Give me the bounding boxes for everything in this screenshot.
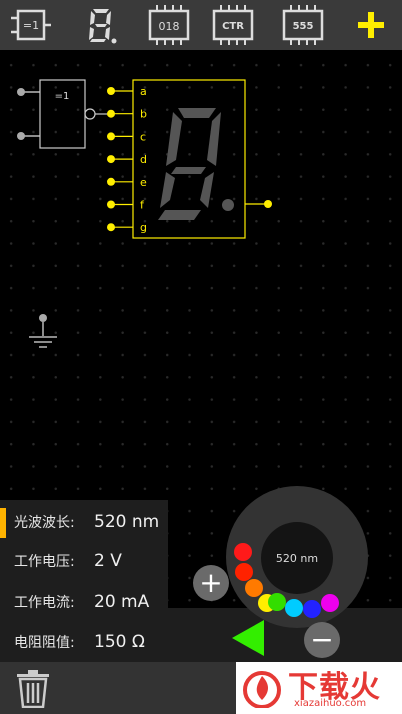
xor-gate[interactable]: =1 — [17, 79, 111, 149]
seven-segment-display[interactable]: abcdefg — [107, 79, 272, 239]
increase-button[interactable]: + — [193, 565, 229, 601]
counter-chip-tool-icon: 018 — [148, 5, 190, 45]
param-value: 150 Ω — [94, 632, 145, 652]
segment-pin-label: g — [140, 221, 147, 234]
xor-input-b-pin[interactable] — [17, 132, 25, 140]
wavelength-readout: 520 nm — [261, 522, 333, 594]
ground-symbol[interactable] — [29, 314, 57, 348]
ctr-chip-tool[interactable]: CTR — [210, 4, 256, 46]
segment-pin-f[interactable] — [107, 200, 115, 209]
svg-text:018: 018 — [159, 20, 180, 33]
seven-segment-tool[interactable] — [78, 4, 124, 46]
play-icon[interactable] — [230, 618, 266, 658]
segment-digit — [158, 108, 234, 220]
segment-pin-c[interactable] — [107, 132, 115, 141]
param-label: 工作电流: — [14, 595, 75, 611]
segment-pin-a[interactable] — [107, 87, 115, 95]
segment-pin-label: b — [140, 108, 147, 121]
color-dot[interactable] — [268, 593, 286, 611]
color-dot[interactable] — [321, 594, 339, 612]
svg-text:555: 555 — [293, 21, 314, 32]
segment-pin-label: d — [140, 153, 147, 166]
color-dot[interactable] — [234, 543, 252, 561]
param-label: 工作电压: — [14, 554, 75, 570]
color-dot[interactable] — [285, 599, 303, 617]
xor-gate-tool-icon: =1 — [11, 9, 51, 41]
segment-c-right — [207, 112, 221, 166]
segment-pin-label: e — [140, 176, 147, 189]
param-value: 520 nm — [94, 512, 160, 532]
segment-pin-label: f — [140, 199, 145, 212]
param-row-voltage[interactable]: 工作电压: 2 V — [0, 541, 168, 581]
trash-icon[interactable] — [16, 670, 50, 708]
segment-pin-g[interactable] — [107, 223, 115, 232]
param-value: 2 V — [94, 551, 122, 571]
decrease-button[interactable]: − — [304, 622, 340, 658]
xor-input-a-pin[interactable] — [17, 88, 25, 96]
segment-pin-b[interactable] — [107, 109, 115, 118]
segment-pin-d[interactable] — [107, 155, 115, 164]
segment-d — [158, 210, 201, 220]
timer-555-chip-tool-icon: 555 — [282, 5, 324, 45]
watermark-en: xiazaihuo.com — [294, 698, 367, 709]
xor-gate-label: =1 — [55, 91, 70, 102]
color-dot[interactable] — [303, 600, 321, 618]
counter-chip-tool[interactable]: 018 — [146, 4, 192, 46]
segment-pin-label: a — [140, 85, 147, 98]
segment-f — [200, 172, 214, 208]
segment-e — [160, 172, 175, 208]
timer-555-chip-tool[interactable]: 555 — [280, 4, 326, 46]
segment-a — [178, 108, 216, 118]
segment-dp — [222, 199, 234, 211]
svg-text:CTR: CTR — [222, 21, 244, 32]
ctr-chip-tool-icon: CTR — [212, 5, 254, 45]
active-indicator — [0, 508, 6, 538]
param-row-resistance[interactable]: 电阻阻值: 150 Ω — [0, 622, 168, 662]
watermark-logo: 下载火 xiazaihuo.com — [236, 662, 402, 714]
param-label: 电阻阻值: — [14, 635, 75, 651]
color-dot[interactable] — [245, 579, 263, 597]
add-icon — [358, 12, 384, 38]
dp-output-pin[interactable] — [264, 200, 272, 208]
segment-g — [171, 167, 206, 174]
segment-pin-e[interactable] — [107, 177, 115, 186]
seven-segment-tool-icon — [89, 9, 117, 44]
param-label: 光波波长: — [14, 515, 75, 531]
segment-pin-label: c — [140, 130, 146, 143]
param-value: 20 mA — [94, 592, 150, 612]
component-toolbar: =1 018 CTR 555 — [0, 0, 402, 50]
led-parameter-panel: 光波波长: 520 nm 工作电压: 2 V 工作电流: 20 mA 电阻阻值:… — [0, 500, 168, 662]
param-row-wavelength[interactable]: 光波波长: 520 nm — [0, 502, 168, 542]
color-dot[interactable] — [235, 563, 253, 581]
flame-logo-icon — [243, 671, 281, 708]
segment-b-left — [166, 112, 182, 166]
xor-gate-tool[interactable]: =1 — [8, 4, 54, 46]
param-row-current[interactable]: 工作电流: 20 mA — [0, 582, 168, 622]
svg-text:=1: =1 — [23, 19, 39, 32]
add-component-button[interactable] — [348, 4, 394, 46]
xor-inverter-bubble — [84, 108, 96, 120]
